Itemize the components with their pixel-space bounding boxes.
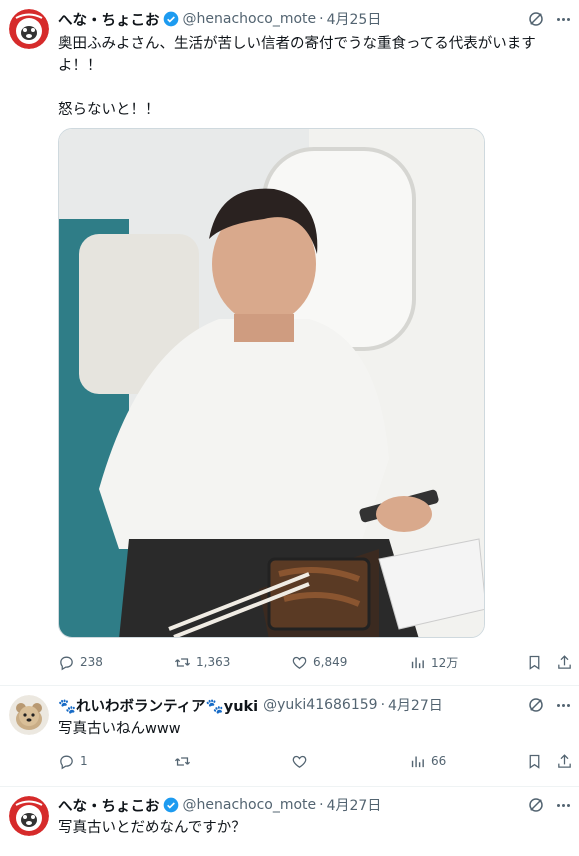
user-handle[interactable]: @henachoco_mote <box>183 797 317 813</box>
like-icon <box>292 656 307 669</box>
retweet-icon <box>174 657 191 667</box>
tweet-date[interactable]: 4月27日 <box>327 795 382 815</box>
like-button[interactable]: 6,849 <box>291 652 347 672</box>
verified-badge-icon <box>163 11 178 27</box>
views-count: 66 <box>431 754 447 768</box>
views-icon <box>411 756 424 767</box>
retweet-icon <box>174 756 191 766</box>
tweet-text: 奥田ふみよさん、生活が苦しい信者の寄付でうな重食ってる代表がいますよ！！ 怒らな… <box>58 36 536 118</box>
views-button[interactable]: 66 <box>409 751 446 771</box>
reply-button[interactable]: 238 <box>58 652 103 672</box>
display-name[interactable]: へな・ちょこお <box>58 795 160 816</box>
reply-count: 1 <box>80 754 88 768</box>
more-options-icon[interactable] <box>553 10 573 28</box>
display-name[interactable]: 🐾れいわボランティア🐾yuki <box>58 695 258 716</box>
reply-button[interactable]: 1 <box>58 751 88 771</box>
share-button[interactable] <box>556 652 573 672</box>
tweet-actions: 1 66 <box>58 751 576 771</box>
like-icon <box>292 755 307 768</box>
tweet-reply[interactable]: 🐾れいわボランティア🐾yuki @yuki41686159 · 4月27日 写真… <box>0 686 579 786</box>
tweet-text: 写真古いねんwww <box>58 721 181 737</box>
tweet-main[interactable]: へな・ちょこお @henachoco_mote · 4月25日 奥田ふみよさん、… <box>0 0 579 690</box>
bookmark-icon <box>529 655 540 670</box>
grok-icon[interactable] <box>527 796 545 814</box>
separator-dot: · <box>319 11 324 27</box>
bookmark-button[interactable] <box>526 652 543 672</box>
more-options-icon[interactable] <box>553 796 573 814</box>
separator-dot: · <box>380 697 386 713</box>
reply-icon <box>60 755 73 769</box>
tweet-photo[interactable] <box>58 128 485 638</box>
views-button[interactable]: 12万 <box>409 652 458 672</box>
tweet-date[interactable]: 4月27日 <box>388 695 443 715</box>
tweet-actions: 238 1,363 6,849 12万 <box>58 652 576 672</box>
bookmark-button[interactable] <box>526 751 543 771</box>
verified-badge-icon <box>163 797 178 813</box>
share-icon <box>558 753 571 768</box>
tweet-text: 写真古いとだめなんですか？ <box>58 820 246 836</box>
retweet-button[interactable]: 1,363 <box>174 652 230 672</box>
display-name[interactable]: へな・ちょこお <box>58 9 160 30</box>
avatar[interactable] <box>9 796 49 836</box>
reply-count: 238 <box>80 655 103 669</box>
like-count: 6,849 <box>313 655 348 669</box>
share-icon <box>558 654 571 669</box>
grok-icon[interactable] <box>527 10 545 28</box>
user-handle[interactable]: @henachoco_mote <box>183 11 317 27</box>
separator-dot: · <box>319 797 324 813</box>
like-button[interactable] <box>291 751 308 771</box>
tweet-date[interactable]: 4月25日 <box>327 9 382 29</box>
tweet-reply[interactable]: へな・ちょこお @henachoco_mote · 4月27日 写真古いとだめな… <box>0 787 579 856</box>
retweet-count: 1,363 <box>196 655 231 669</box>
views-icon <box>411 657 424 668</box>
views-count: 12万 <box>431 655 459 670</box>
retweet-button[interactable] <box>174 751 191 771</box>
user-handle[interactable]: @yuki41686159 <box>263 697 377 713</box>
avatar[interactable] <box>9 695 49 735</box>
grok-icon[interactable] <box>527 696 545 714</box>
bookmark-icon <box>529 754 540 769</box>
reply-icon <box>60 656 73 670</box>
more-options-icon[interactable] <box>553 696 573 714</box>
share-button[interactable] <box>556 751 573 771</box>
avatar[interactable] <box>9 9 49 49</box>
